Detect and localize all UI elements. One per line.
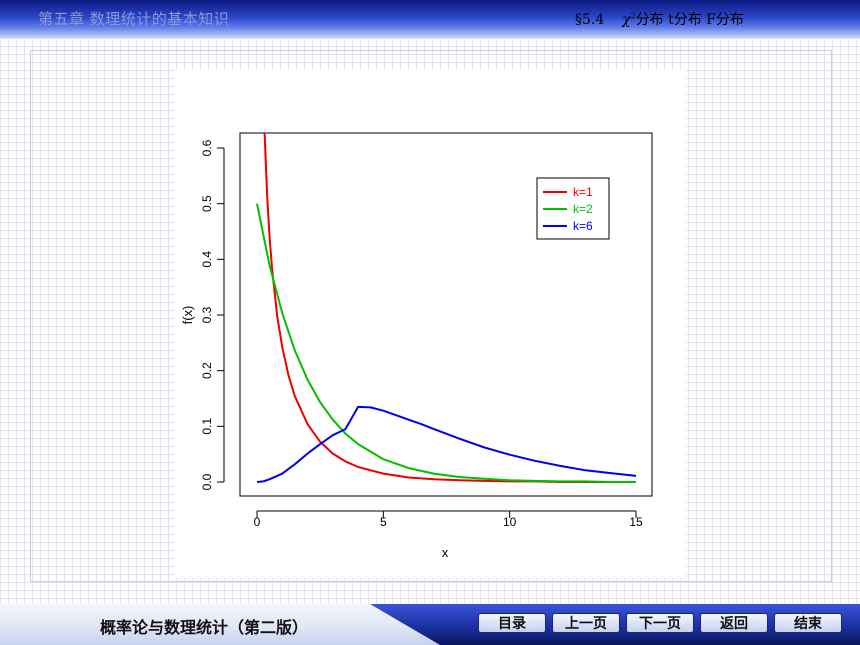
density-chart: 0.00.10.20.30.40.50.6 0 5 10 15 x f(x) k=1k… <box>180 132 653 560</box>
nav-contents-button[interactable]: 目录 <box>478 613 546 633</box>
y-tick-label: 0.6 <box>200 139 214 156</box>
y-tick-label: 0.3 <box>200 306 214 323</box>
plot-card: 0.0 0.1 0.2 0.3 0.4 0.5 0.6 0 5 10 15 x f(x) k=1 k… <box>175 70 685 578</box>
legend-label: k=6 <box>573 219 593 233</box>
x-axis-label: x <box>442 545 449 560</box>
legend-label: k=2 <box>573 202 593 216</box>
nav-next-button[interactable]: 下一页 <box>626 613 694 633</box>
section-number: §5.4 <box>575 12 605 28</box>
nav-back-button[interactable]: 返回 <box>700 613 768 633</box>
legend-label: k=1 <box>573 185 593 199</box>
y-tick-label: 0.1 <box>200 418 214 435</box>
x-tick-label: 5 <box>380 515 387 529</box>
series-line-k2 <box>256 203 636 483</box>
y-axis-label: f(x) <box>180 306 195 325</box>
nav-end-button[interactable]: 结束 <box>774 613 842 633</box>
section-distributions: 分布 t分布 F分布 <box>635 12 744 28</box>
y-tick-label: 0.4 <box>200 251 214 268</box>
legend: k=1 k=2 k=6 <box>536 177 610 240</box>
section-chi-symbol: χ <box>622 12 631 28</box>
book-title: 概率论与数理统计（第二版） <box>100 618 309 637</box>
x-tick-label: 0 <box>254 515 261 529</box>
y-tick-label: 0.0 <box>200 473 214 490</box>
chapter-title: 第五章 数理统计的基本知识 <box>38 10 230 28</box>
y-tick-label: 0.5 <box>200 195 214 212</box>
y-axis: 0.0 0.1 0.2 0.3 0.4 0.5 0.6 <box>200 139 225 490</box>
x-tick-label: 15 <box>629 515 643 529</box>
series-line-k6 <box>256 405 637 483</box>
section-title: §5.4 χ2分布 t分布 F分布 <box>575 9 744 29</box>
x-axis: 0 5 10 15 <box>254 510 643 529</box>
nav-previous-button[interactable]: 上一页 <box>552 613 620 633</box>
x-tick-label: 10 <box>503 515 517 529</box>
y-tick-label: 0.2 <box>200 362 214 379</box>
